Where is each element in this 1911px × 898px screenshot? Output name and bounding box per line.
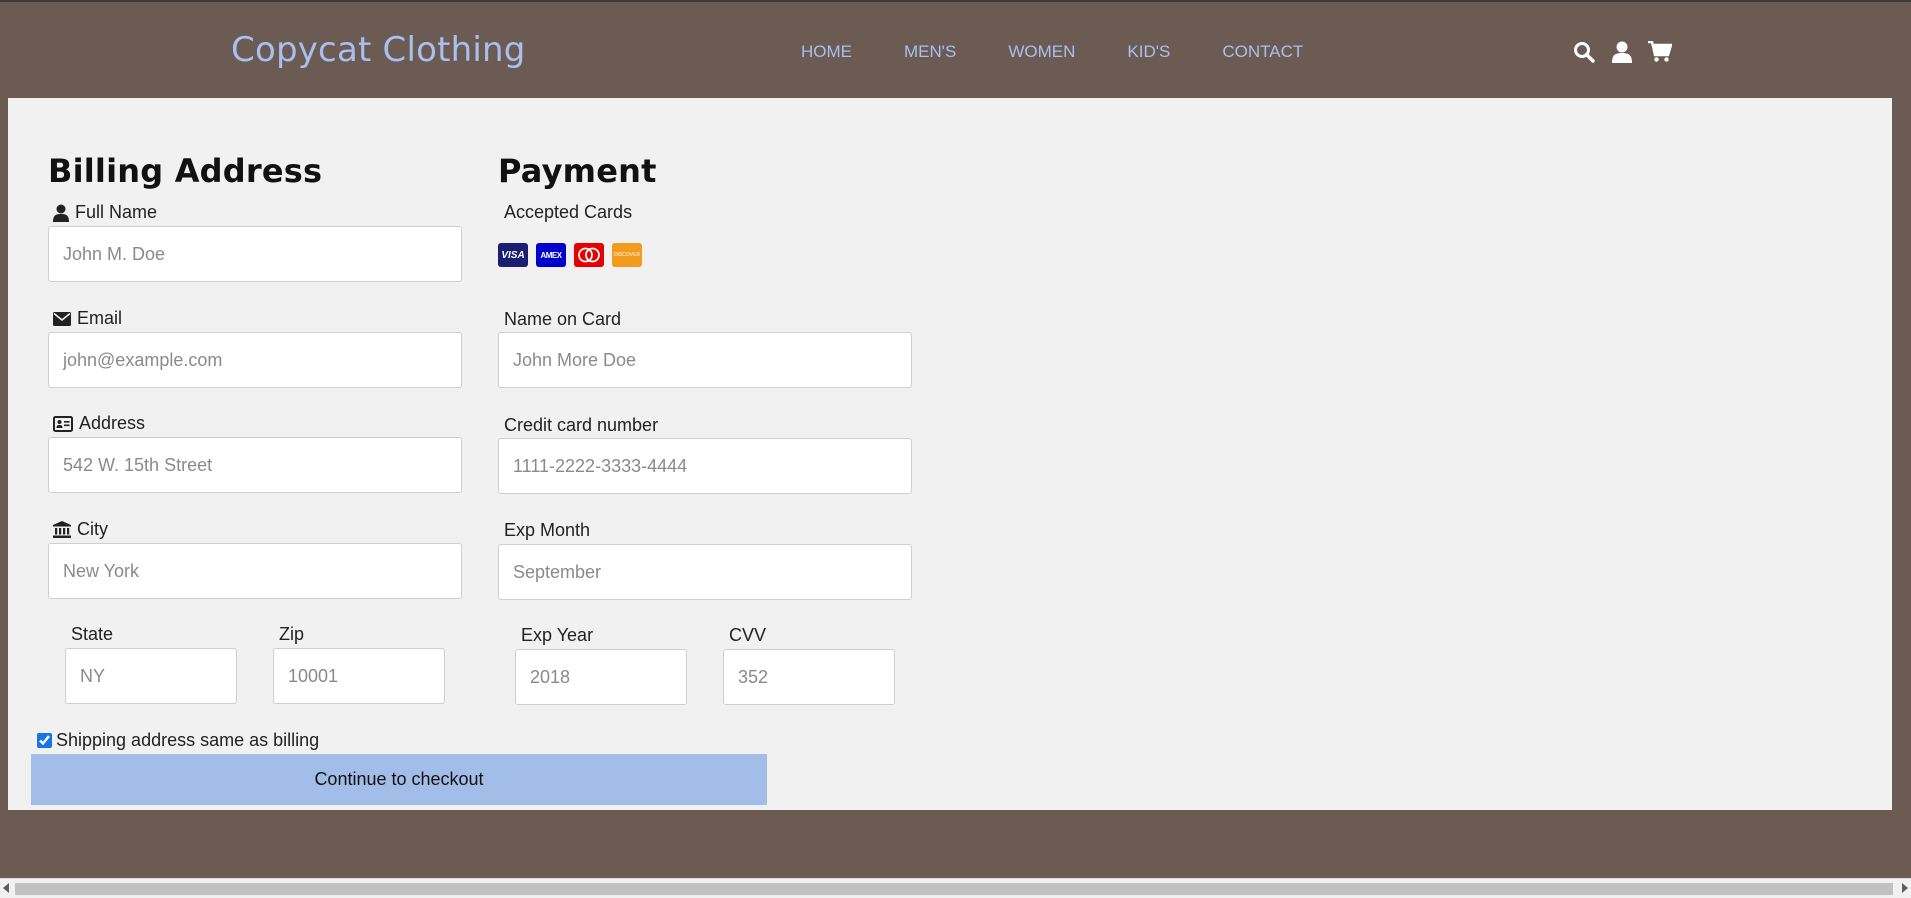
nav-women[interactable]: WOMEN [1008,42,1075,62]
address-label: Address [53,413,145,434]
full-name-label: Full Name [53,202,157,223]
shipping-same-checkbox[interactable] [37,733,52,748]
card-number-input[interactable] [498,438,912,494]
accepted-cards-label: Accepted Cards [504,202,633,222]
full-name-label-text: Full Name [75,202,158,222]
nav-icons [1572,40,1672,64]
continue-checkout-button[interactable]: Continue to checkout [31,754,767,805]
search-icon[interactable] [1572,40,1596,64]
shipping-same-label: Shipping address same as billing [56,730,320,750]
scrollbar-thumb[interactable] [15,883,1893,895]
checkout-panel: Billing Address Full Name Email Address … [8,98,1892,810]
name-on-card-label: Name on Card [504,309,622,329]
user-icon[interactable] [1610,40,1634,64]
state-input[interactable] [65,648,237,704]
exp-year-input[interactable] [515,649,687,705]
navbar: Copycat Clothing HOME MEN'S WOMEN KID'S … [0,2,1911,98]
name-on-card-input[interactable] [498,332,912,388]
cart-icon[interactable] [1648,40,1672,64]
accepted-cards: VISA AMEX DISCOVER [498,243,642,267]
exp-year-label: Exp Year [521,625,594,645]
institution-icon [53,521,71,538]
payment-heading: Payment [498,152,657,190]
zip-label: Zip [279,624,305,644]
amex-icon: AMEX [536,243,566,267]
discover-icon: DISCOVER [612,243,642,267]
exp-month-label: Exp Month [504,520,591,540]
mastercard-icon [574,243,604,267]
city-label: City [53,519,108,540]
brand-logo[interactable]: Copycat Clothing [231,30,526,70]
state-label: State [71,624,114,644]
email-input[interactable] [48,332,462,388]
address-card-icon [53,415,73,432]
scroll-right-icon[interactable] [1902,883,1908,893]
scroll-left-icon[interactable] [3,883,9,893]
nav-contact[interactable]: CONTACT [1222,42,1303,62]
full-name-input[interactable] [48,226,462,282]
email-label: Email [53,308,122,329]
shipping-same-row[interactable]: Shipping address same as billing [37,730,319,751]
nav-kids[interactable]: KID'S [1127,42,1170,62]
user-icon [53,204,69,222]
exp-month-input[interactable] [498,544,912,600]
cvv-label: CVV [729,625,767,645]
horizontal-scrollbar[interactable] [0,878,1911,898]
cvv-input[interactable] [723,649,895,705]
nav-links: HOME MEN'S WOMEN KID'S CONTACT [801,42,1303,62]
envelope-icon [53,311,71,326]
nav-mens[interactable]: MEN'S [904,42,956,62]
email-label-text: Email [77,308,123,328]
card-number-label: Credit card number [504,415,659,435]
address-label-text: Address [79,413,146,433]
city-label-text: City [77,519,108,539]
visa-icon: VISA [498,243,528,267]
billing-heading: Billing Address [48,152,323,190]
nav-home[interactable]: HOME [801,42,852,62]
city-input[interactable] [48,543,462,599]
zip-input[interactable] [273,648,445,704]
address-input[interactable] [48,437,462,493]
